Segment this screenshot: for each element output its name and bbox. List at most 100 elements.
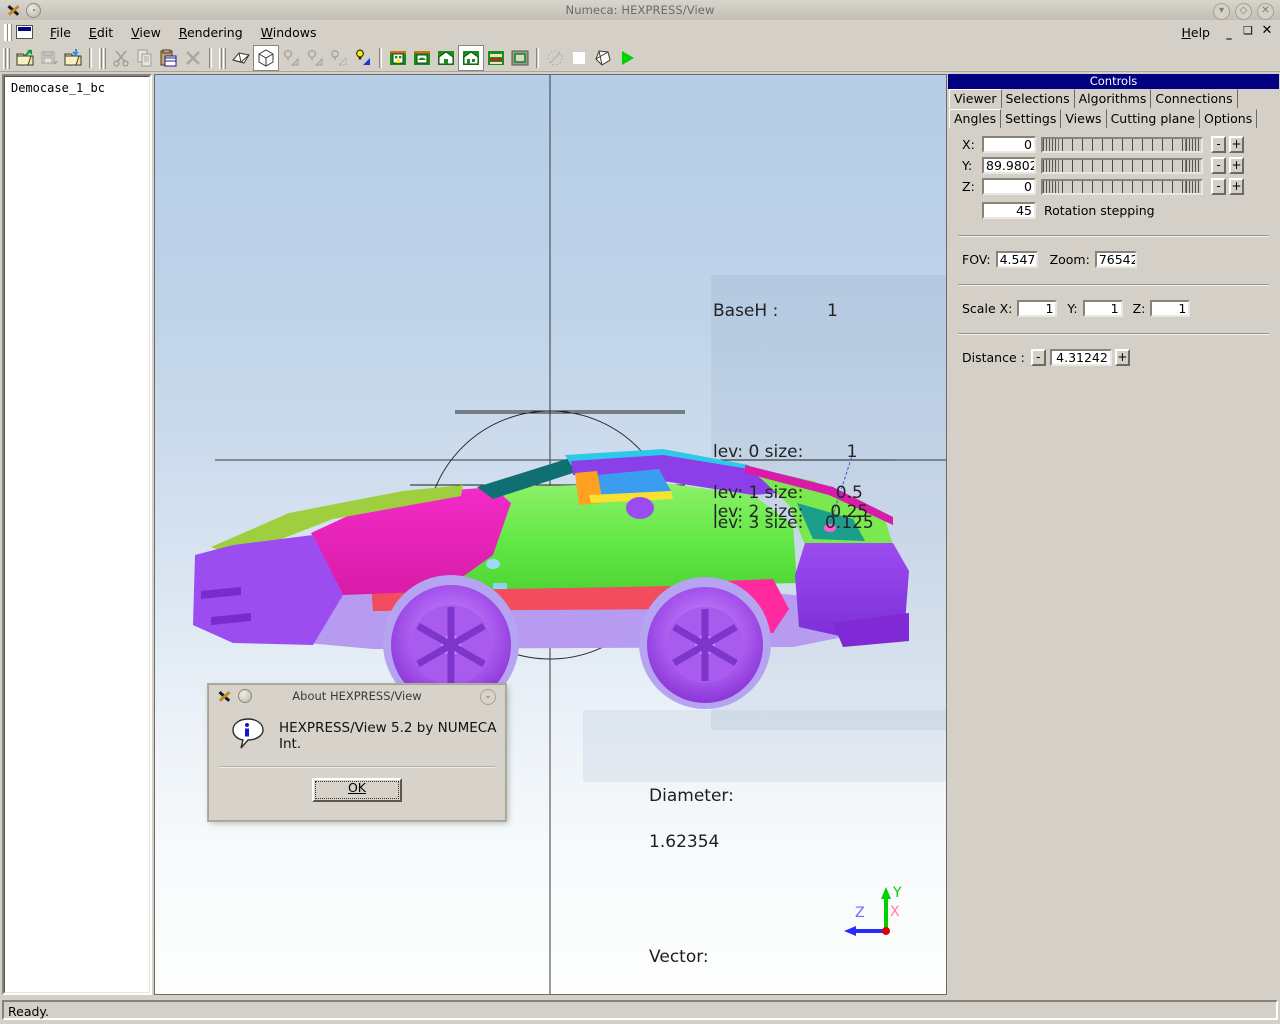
controls-tabs-row-1: Viewer Selections Algorithms Connections — [948, 89, 1279, 108]
distance-minus-button[interactable]: - — [1030, 349, 1046, 366]
axis-triad: Y Z X — [844, 885, 902, 936]
app-close-button[interactable]: ✕ — [1259, 24, 1275, 40]
angle-y-minus-button[interactable]: - — [1211, 157, 1226, 174]
menu-help[interactable]: Help — [1173, 22, 1218, 43]
scene-3-icon[interactable] — [434, 46, 458, 70]
svg-text:Y: Y — [892, 885, 902, 901]
menu-file[interactable]: File — [41, 22, 80, 43]
distance-input[interactable]: 4.31242 — [1049, 349, 1112, 366]
fov-zoom-row: FOV: 4.5474 Zoom: 76542 — [948, 245, 1279, 270]
open-project-icon[interactable] — [61, 46, 85, 70]
about-dialog-ok-button[interactable]: OK — [312, 778, 402, 802]
angle-y-row: Y: 89.9802 - + — [948, 155, 1279, 176]
menu-windows[interactable]: Windows — [252, 22, 326, 43]
bulb-icon[interactable] — [351, 46, 375, 70]
about-dialog: About HEXPRESS/View ⌄ HEXPRESS/View 5.2 … — [208, 684, 506, 821]
about-dialog-message: HEXPRESS/View 5.2 by NUMECA Int. — [279, 719, 497, 752]
toolbar-separator — [89, 47, 92, 68]
white-background-icon[interactable] — [567, 46, 591, 70]
viewport-icon[interactable] — [508, 46, 532, 70]
app-restore-button[interactable]: ❑ — [1240, 24, 1256, 40]
menubar-grip[interactable] — [3, 23, 12, 41]
scene-1-icon[interactable] — [386, 46, 410, 70]
window-title-text: Numeca: HEXPRESS/View — [565, 3, 715, 17]
about-dialog-divider — [219, 766, 495, 768]
probe-diameter-value: 1.62354 — [649, 832, 720, 852]
paste-icon[interactable] — [157, 46, 181, 70]
probe-vector-label: Vector: — [649, 947, 709, 967]
fov-label: FOV: — [962, 252, 991, 267]
angle-y-slider[interactable] — [1041, 157, 1203, 174]
rotation-stepping-label: Rotation stepping — [1044, 203, 1155, 218]
surface-mesh-icon[interactable] — [229, 46, 253, 70]
scale-x-label: Scale X: — [962, 301, 1013, 316]
angle-z-input[interactable]: 0 — [982, 178, 1036, 195]
angle-x-slider[interactable] — [1041, 136, 1203, 153]
angle-y-input[interactable]: 89.9802 — [982, 157, 1036, 174]
tree-node-democase[interactable]: Democase_1_bc — [11, 81, 143, 95]
angle-x-plus-button[interactable]: + — [1229, 136, 1244, 153]
zoom-input[interactable]: 76542 — [1094, 251, 1137, 268]
status-bar: Ready. — [2, 1000, 1278, 1020]
menu-rendering[interactable]: Rendering — [170, 22, 252, 43]
project-tree[interactable]: Democase_1_bc — [4, 76, 150, 993]
tab-selections[interactable]: Selections — [1001, 89, 1075, 108]
new-project-icon[interactable] — [13, 46, 37, 70]
rotation-stepping-input[interactable]: 45 — [982, 202, 1036, 219]
window-close-button[interactable]: ✕ — [1257, 3, 1274, 20]
window-shade-button[interactable]: ▾ — [1213, 3, 1230, 20]
scene-5-icon[interactable] — [484, 46, 508, 70]
controls-panel: Controls ✕ Viewer Selections Algorithms … — [948, 73, 1280, 995]
box-mesh-icon[interactable] — [253, 44, 279, 71]
svg-text:Z: Z — [855, 905, 865, 921]
angle-z-plus-button[interactable]: + — [1229, 178, 1244, 195]
angle-y-plus-button[interactable]: + — [1229, 157, 1244, 174]
window-title-bar: Numeca: HEXPRESS/View ▾ ◇ ✕ — [0, 0, 1280, 21]
distance-plus-button[interactable]: + — [1114, 349, 1130, 366]
wireframe-icon[interactable] — [591, 46, 615, 70]
tab-cutting-plane[interactable]: Cutting plane — [1106, 109, 1200, 128]
angle-y-label: Y: — [962, 158, 973, 173]
angle-z-label: Z: — [962, 179, 975, 194]
distance-row: Distance : - 4.31242 + — [948, 343, 1279, 368]
controls-tabs-row-2: Angles Settings Views Cutting plane Opti… — [948, 109, 1279, 128]
probe-diameter-label: Diameter: — [649, 786, 734, 806]
cut-icon — [109, 46, 133, 70]
angle-x-input[interactable]: 0 — [982, 136, 1036, 153]
light-3-icon — [327, 46, 351, 70]
toolbar-grip[interactable] — [2, 47, 11, 69]
dialog-shade-button[interactable]: ⌄ — [480, 689, 496, 705]
window-maximize-button[interactable]: ◇ — [1235, 3, 1252, 20]
toolbar-grip-3[interactable] — [218, 47, 227, 69]
tab-viewer[interactable]: Viewer — [949, 89, 1002, 108]
tab-algorithms[interactable]: Algorithms — [1074, 89, 1152, 108]
toolbar-separator-2 — [209, 47, 212, 68]
angle-x-label: X: — [962, 137, 975, 152]
divider-3 — [958, 333, 1269, 335]
tab-options[interactable]: Options — [1200, 109, 1258, 128]
fov-input[interactable]: 4.5474 — [995, 251, 1038, 268]
toolbar-grip-2[interactable] — [98, 47, 107, 69]
app-minimize-button[interactable]: _ — [1221, 24, 1237, 40]
scene-4-icon[interactable] — [458, 44, 484, 71]
run-icon[interactable] — [615, 46, 639, 70]
scale-z-input[interactable]: 1 — [1150, 300, 1191, 317]
menu-edit[interactable]: Edit — [80, 22, 122, 43]
tab-connections[interactable]: Connections — [1151, 89, 1238, 108]
divider-2 — [958, 284, 1269, 286]
tab-settings[interactable]: Settings — [1001, 109, 1062, 128]
menu-bar: File Edit View Rendering Windows Help _ … — [0, 20, 1280, 45]
tab-views[interactable]: Views — [1061, 109, 1107, 128]
scale-y-input[interactable]: 1 — [1082, 300, 1123, 317]
save-project-icon — [37, 46, 61, 70]
copy-icon — [133, 46, 157, 70]
scale-x-input[interactable]: 1 — [1017, 300, 1058, 317]
3d-viewport[interactable]: BaseH : 1 lev: 0 size: 1 lev: 1 size: 0.… — [154, 74, 947, 995]
angle-x-minus-button[interactable]: - — [1211, 136, 1226, 153]
application-window-icon[interactable] — [16, 25, 33, 39]
tab-angles[interactable]: Angles — [949, 109, 1002, 128]
angle-z-slider[interactable] — [1041, 178, 1203, 195]
menu-view[interactable]: View — [122, 22, 170, 43]
angle-z-minus-button[interactable]: - — [1211, 178, 1226, 195]
scene-2-icon[interactable] — [410, 46, 434, 70]
